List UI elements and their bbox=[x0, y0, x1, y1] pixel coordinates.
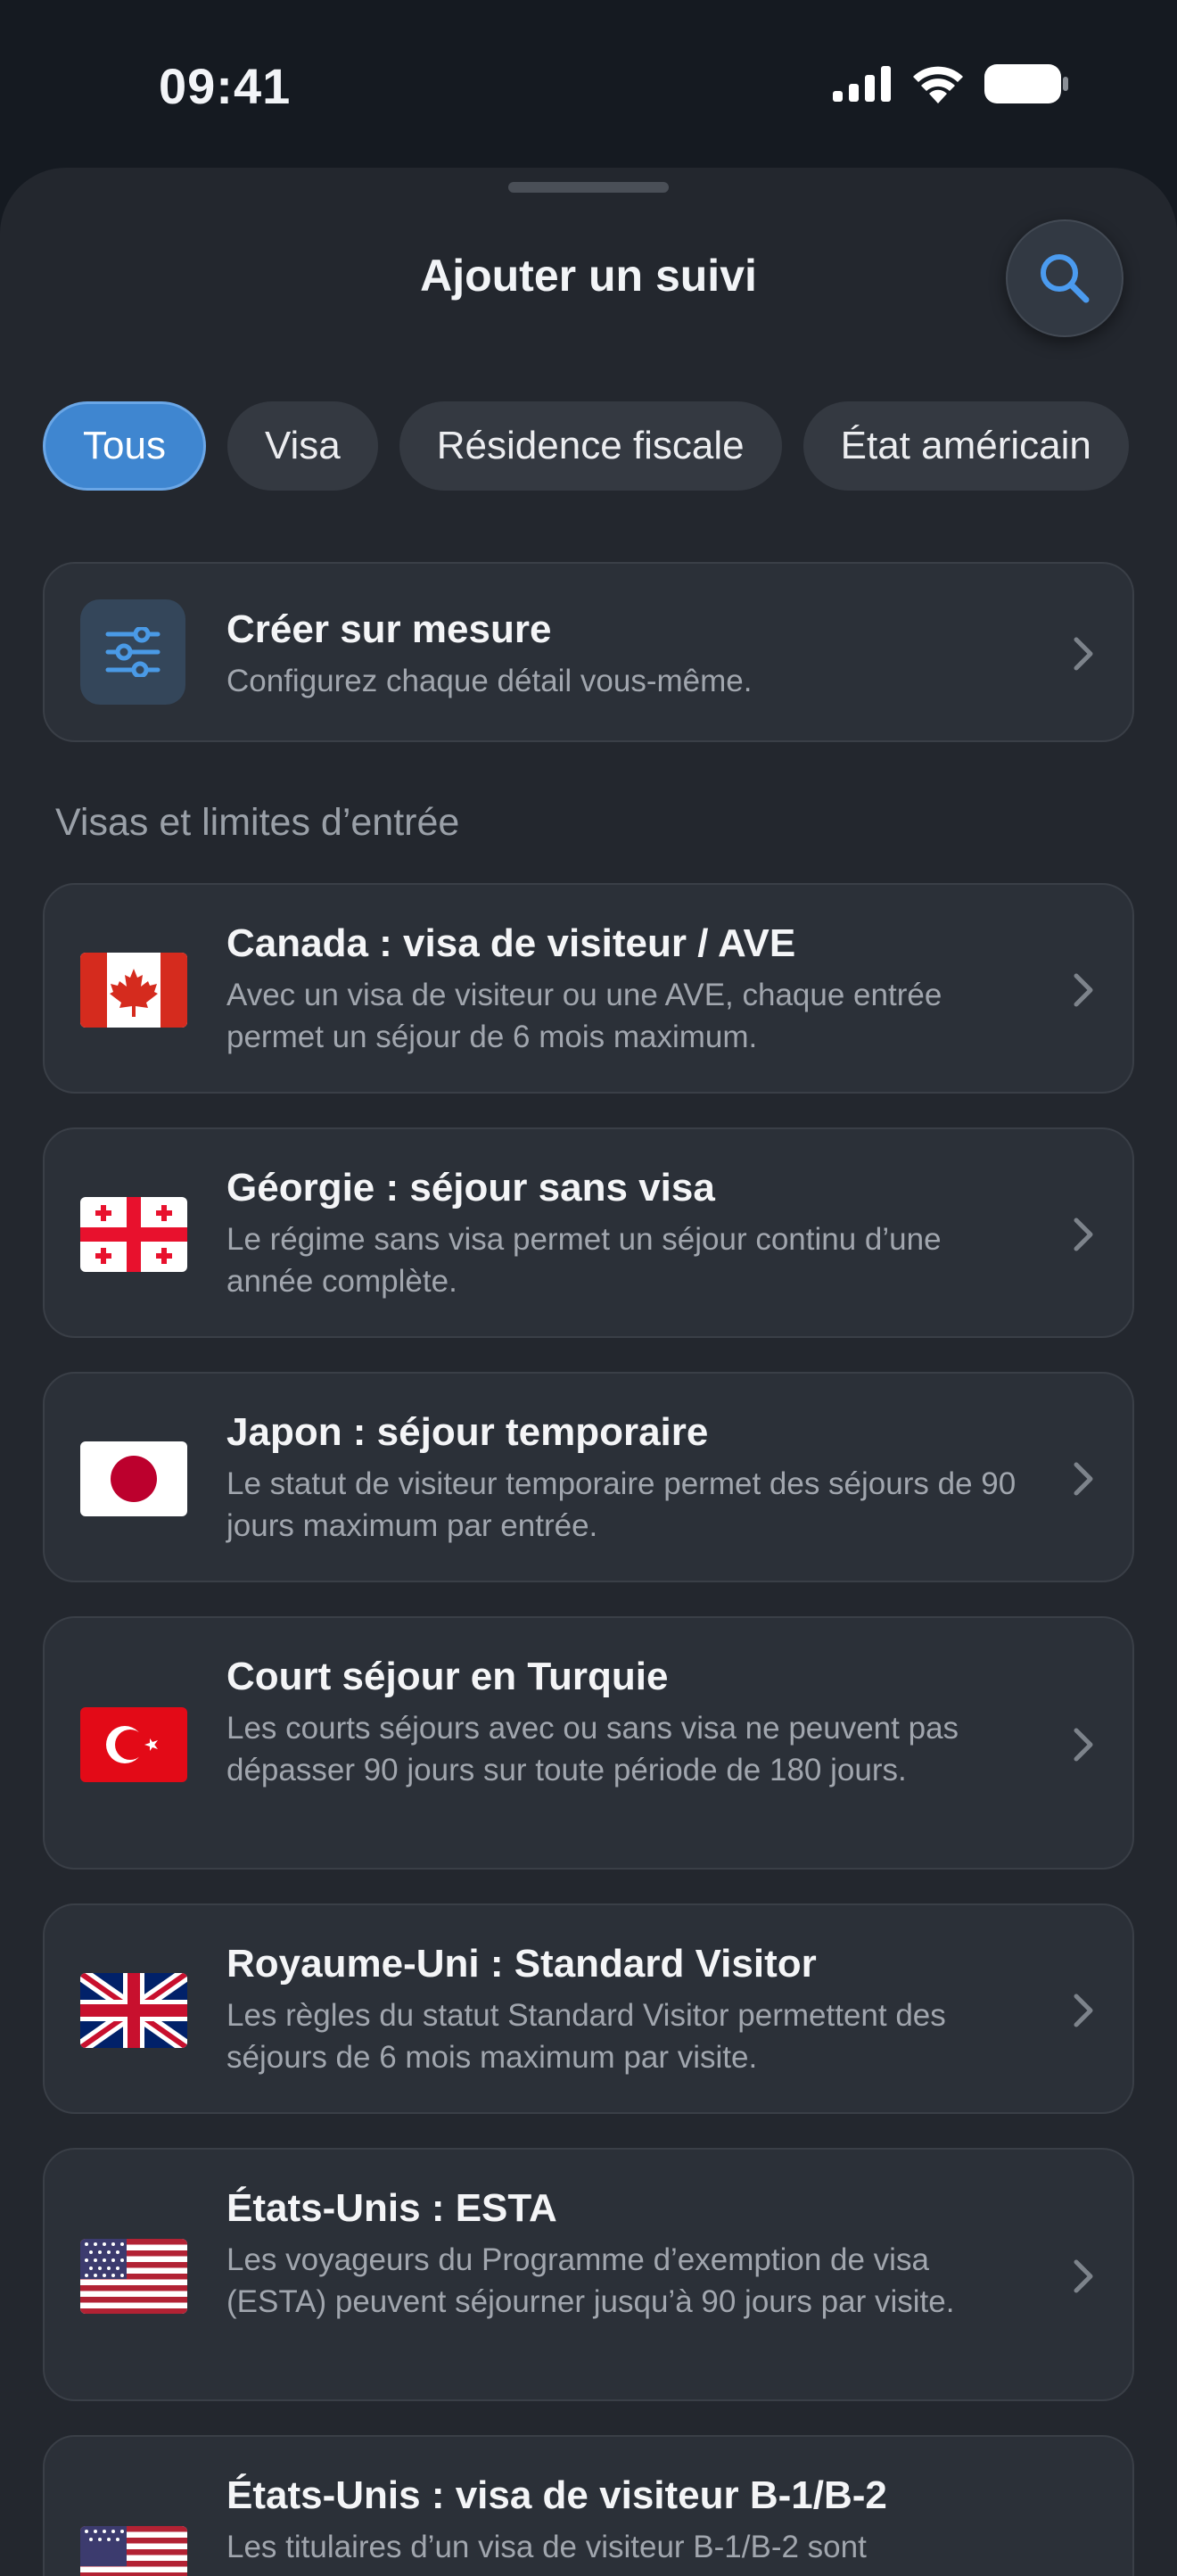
section-label: Visas et limites d’entrée bbox=[55, 801, 460, 844]
list-item-text: États-Unis : ESTA Les voyageurs du Progr… bbox=[226, 2184, 1025, 2323]
filter-chip-visa[interactable]: Visa bbox=[226, 401, 378, 491]
search-button[interactable] bbox=[1006, 219, 1124, 337]
usa-flag-icon bbox=[80, 2239, 187, 2314]
list-item[interactable]: États-Unis : ESTA Les voyageurs du Progr… bbox=[43, 2148, 1134, 2401]
list-item-text: États-Unis : visa de visiteur B-1/B-2 Le… bbox=[226, 2471, 1025, 2568]
chevron-right-icon bbox=[1074, 2259, 1093, 2293]
status-icons bbox=[833, 64, 1068, 103]
list-item[interactable]: Court séjour en Turquie Les courts séjou… bbox=[43, 1616, 1134, 1870]
create-custom-card[interactable]: Créer sur mesure Configurez chaque détai… bbox=[43, 562, 1134, 742]
filter-chip-etat-americain[interactable]: État américain bbox=[802, 401, 1129, 491]
list-item-text: Canada : visa de visiteur / AVE Avec un … bbox=[226, 919, 1025, 1058]
list-item-text: Royaume-Uni : Standard Visitor Les règle… bbox=[226, 1939, 1025, 2078]
list-item-text: Géorgie : séjour sans visa Le régime san… bbox=[226, 1163, 1025, 1302]
create-custom-text: Créer sur mesure Configurez chaque détai… bbox=[226, 605, 1025, 702]
list-item-subtitle: Les règles du statut Standard Visitor pe… bbox=[226, 1998, 946, 2075]
create-custom-title: Créer sur mesure bbox=[226, 607, 552, 651]
create-custom-subtitle: Configurez chaque détail vous-même. bbox=[226, 664, 753, 698]
chevron-right-icon bbox=[1074, 1728, 1093, 1762]
list-item-title: États-Unis : ESTA bbox=[226, 2186, 557, 2230]
filter-chip-tous[interactable]: Tous bbox=[43, 401, 206, 491]
list-item-subtitle: Le régime sans visa permet un séjour con… bbox=[226, 1222, 942, 1299]
search-icon bbox=[1041, 254, 1090, 303]
battery-icon bbox=[984, 64, 1068, 103]
list-item-title: Canada : visa de visiteur / AVE bbox=[226, 921, 796, 965]
list-item-title: Géorgie : séjour sans visa bbox=[226, 1166, 715, 1210]
chevron-right-icon bbox=[1074, 1218, 1093, 1251]
uk-flag-icon bbox=[80, 1973, 187, 2048]
chevron-right-icon bbox=[1074, 1994, 1093, 2027]
sheet-title: Ajouter un suivi bbox=[420, 251, 757, 301]
chevron-right-icon bbox=[1074, 637, 1093, 671]
list-item-title: Court séjour en Turquie bbox=[226, 1655, 669, 1698]
list-item[interactable]: États-Unis : visa de visiteur B-1/B-2 Le… bbox=[43, 2435, 1134, 2576]
list-item-text: Court séjour en Turquie Les courts séjou… bbox=[226, 1652, 1025, 1791]
list-item[interactable]: Japon : séjour temporaire Le statut de v… bbox=[43, 1372, 1134, 1582]
georgia-flag-icon bbox=[80, 1197, 187, 1272]
list-item-subtitle: Avec un visa de visiteur ou une AVE, cha… bbox=[226, 978, 942, 1054]
status-bar: 09:41 bbox=[0, 0, 1177, 169]
filter-chips: Tous Visa Résidence fiscale État américa… bbox=[43, 401, 1129, 491]
canada-flag-icon bbox=[80, 953, 187, 1028]
status-time: 09:41 bbox=[159, 58, 292, 114]
sheet-grabber[interactable] bbox=[508, 182, 669, 193]
sliders-icon bbox=[80, 599, 185, 705]
list-item-title: États-Unis : visa de visiteur B-1/B-2 bbox=[226, 2473, 887, 2517]
add-tracker-sheet: Ajouter un suivi Tous Visa Résidence fis… bbox=[0, 168, 1177, 2576]
chevron-right-icon bbox=[1074, 1462, 1093, 1496]
list-item[interactable]: Royaume-Uni : Standard Visitor Les règle… bbox=[43, 1903, 1134, 2114]
list-item[interactable]: Canada : visa de visiteur / AVE Avec un … bbox=[43, 883, 1134, 1094]
list-item-text: Japon : séjour temporaire Le statut de v… bbox=[226, 1408, 1025, 1547]
wifi-icon bbox=[913, 66, 963, 103]
usa-flag-icon bbox=[80, 2526, 187, 2576]
list-item[interactable]: Géorgie : séjour sans visa Le régime san… bbox=[43, 1127, 1134, 1338]
list-item-title: Japon : séjour temporaire bbox=[226, 1410, 709, 1454]
list-item-subtitle: Les voyageurs du Programme d’exemption d… bbox=[226, 2242, 955, 2319]
cellular-signal-icon bbox=[833, 66, 891, 102]
chevron-right-icon bbox=[1074, 973, 1093, 1007]
list-item-subtitle: Les courts séjours avec ou sans visa ne … bbox=[226, 1711, 959, 1788]
list-item-title: Royaume-Uni : Standard Visitor bbox=[226, 1942, 817, 1986]
list-item-subtitle: Le statut de visiteur temporaire permet … bbox=[226, 1466, 1017, 1543]
turkey-flag-icon bbox=[80, 1707, 187, 1782]
filter-chip-residence-fiscale[interactable]: Résidence fiscale bbox=[399, 401, 782, 491]
japan-flag-icon bbox=[80, 1441, 187, 1516]
